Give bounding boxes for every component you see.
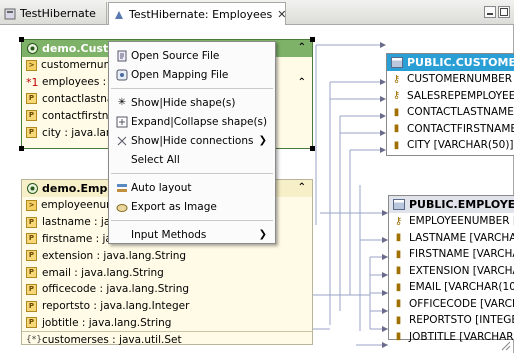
close-tab-icon[interactable]: ✕ [277,8,285,21]
menu-item-auto-layout[interactable]: Auto layout [109,178,275,197]
column-icon: ▮ [395,298,402,310]
primary-key-icon: > [26,59,37,71]
table-header[interactable]: PUBLIC.EMPLOYEES [389,196,514,213]
table-row[interactable]: ⚷CUSTOMERNUMBER [INTEGER] [387,71,514,88]
property-icon: P [26,267,37,279]
column-icon: ▮ [395,314,402,326]
mapping-file-icon [115,68,129,82]
table-row[interactable]: ▮ CITY [VARCHAR(50)] [387,137,514,154]
customers-table[interactable]: PUBLIC.CUSTOMERS ⚷CUSTOMERNUMBER [INTEGE… [386,53,514,156]
resize-grip-icon[interactable] [501,341,511,351]
collection-icon: *1 [26,75,39,89]
column-icon: ▮ [395,232,402,244]
table-row[interactable]: ▮OFFICECODE [VARCHAR(10)] [389,296,514,313]
editor-tab-bar: TestHibernate TestHibernate: Employees ✕ [0,0,514,26]
export-image-icon [115,200,129,214]
list-item[interactable]: Pjobtitle : java.lang.String [22,315,312,332]
key-icon: ⚷ [392,90,401,102]
table-row[interactable]: ▮CONTACTLASTNAME [VARCHAR] [387,104,514,121]
table-row[interactable]: ⚷SALESREPEMPLOYEENUMBER [387,88,514,105]
table-row[interactable]: ▮REPORTSTO [INTEGER] [389,312,514,329]
menu-item-expand-collapse-shapes[interactable]: Expand|Collapse shape(s) [109,112,275,131]
table-row[interactable]: ▮EXTENSION [VARCHAR(10)] [389,263,514,280]
property-icon: P [26,93,37,105]
list-item[interactable]: Pextension : java.lang.String [22,247,312,264]
context-menu: Open Source File Open Mapping File ✳ Sho… [108,41,276,244]
table-row[interactable]: ▮JOBTITLE [VARCHAR(50)] [389,329,514,346]
table-icon [393,199,405,210]
list-item[interactable]: {*} customerses : java.util.Set [22,331,312,348]
collection-set-icon: {*} [26,335,42,346]
expand-icon[interactable]: ⌃ [298,77,306,88]
show-hide-shapes-icon: ✳ [117,97,127,108]
mapping-diagram-icon [113,9,125,21]
selection-handle[interactable] [310,37,315,42]
menu-separator [111,220,273,221]
table-icon [391,57,403,68]
property-icon: P [26,250,37,262]
minimize-icon[interactable] [484,6,496,18]
menu-separator [111,88,273,89]
entity-class-icon [26,43,38,55]
collapse-icon[interactable]: ⌃ [298,42,306,53]
table-row[interactable]: ⚷EMPLOYEENUMBER [INTEGER] [389,213,514,230]
table-row[interactable]: ▮LASTNAME [VARCHAR(50)] [389,230,514,247]
menu-item-input-methods[interactable]: Input Methods ❯ [109,225,275,244]
selection-handle[interactable] [19,37,24,42]
key-icon: ⚷ [392,73,401,85]
list-item[interactable]: Preportsto : java.lang.Integer [22,298,312,315]
menu-item-export-as-image[interactable]: Export as Image [109,197,275,216]
tab-testhibernate-employees[interactable]: TestHibernate: Employees ✕ [108,2,286,26]
table-row[interactable]: ▮EMAIL [VARCHAR(100)] [389,279,514,296]
property-icon: P [26,110,37,122]
property-icon: P [26,127,37,139]
key-icon: ⚷ [394,215,403,227]
column-icon: ▮ [393,106,400,118]
menu-item-open-source-file[interactable]: Open Source File [109,46,275,65]
property-icon: P [26,300,37,312]
selection-handle[interactable] [19,146,24,151]
column-icon: ▮ [395,248,402,260]
menu-item-show-hide-connections[interactable]: Show|Hide connections ❯ [109,131,275,150]
tab-label: TestHibernate [20,7,96,20]
list-item[interactable]: Pofficecode : java.lang.String [22,281,312,298]
expand-collapse-icon [115,115,129,129]
collapse-icon[interactable]: ⌃ [298,182,306,193]
tab-testhibernate[interactable]: TestHibernate [0,2,107,25]
entity-class-icon [26,183,38,195]
property-icon: P [26,216,37,228]
column-icon: ▮ [393,123,400,135]
tab-label: TestHibernate: Employees [129,8,273,21]
menu-separator [111,173,273,174]
selection-handle[interactable] [310,146,315,151]
auto-layout-icon [115,181,129,195]
column-icon: ▮ [395,265,402,277]
list-item[interactable]: Pemail : java.lang.String [22,264,312,281]
menu-item-open-mapping-file[interactable]: Open Mapping File [109,65,275,84]
primary-key-icon: > [26,199,37,211]
source-file-icon [115,49,129,63]
menu-item-select-all[interactable]: Select All [109,150,275,169]
connections-icon [115,134,129,148]
table-row[interactable]: ▮FIRSTNAME [VARCHAR(50)] [389,246,514,263]
employees-table[interactable]: PUBLIC.EMPLOYEES ⚷EMPLOYEENUMBER [INTEGE… [388,195,514,343]
column-icon: ▮ [393,139,400,151]
property-icon: P [26,233,37,245]
table-row[interactable]: ▮CONTACTFIRSTNAME [VARCHAR] [387,121,514,138]
property-icon: P [26,283,37,295]
column-icon: ▮ [395,331,402,343]
property-icon: P [26,317,37,329]
column-icon: ▮ [395,281,402,293]
submenu-arrow-icon: ❯ [258,135,267,146]
table-header[interactable]: PUBLIC.CUSTOMERS [387,54,514,71]
submenu-arrow-icon: ❯ [258,229,267,240]
hibernate-config-icon [4,8,16,20]
menu-item-show-hide-shapes[interactable]: ✳ Show|Hide shape(s) [109,93,275,112]
maximize-icon[interactable] [498,6,510,18]
